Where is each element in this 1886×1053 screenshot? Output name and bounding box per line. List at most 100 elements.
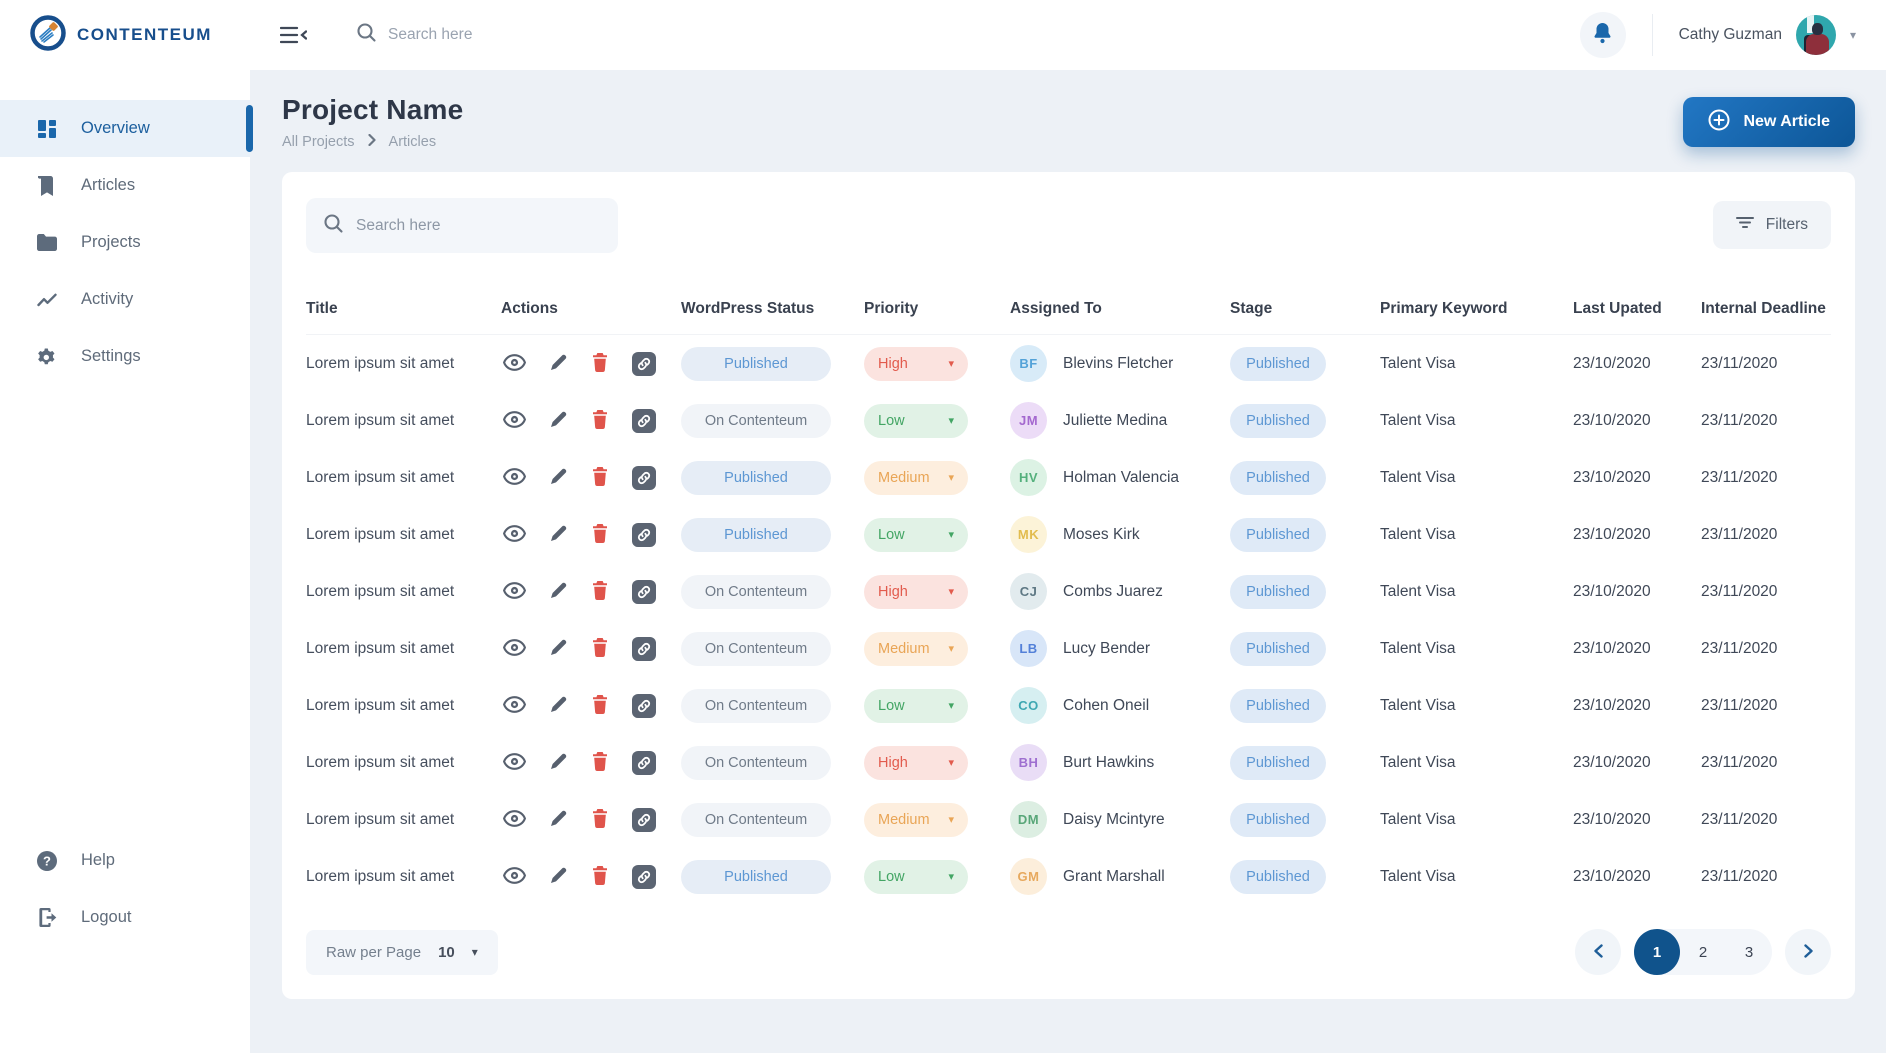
priority-select[interactable]: Low ▾ [864, 404, 968, 438]
view-button[interactable] [501, 637, 528, 661]
copy-link-button[interactable] [630, 350, 658, 378]
priority-select[interactable]: Medium ▾ [864, 461, 968, 495]
view-button[interactable] [501, 694, 528, 718]
edit-button[interactable] [548, 522, 570, 547]
page-button[interactable]: 1 [1634, 929, 1680, 975]
view-button[interactable] [501, 751, 528, 775]
priority-select[interactable]: High ▾ [864, 347, 968, 381]
filters-button[interactable]: Filters [1713, 201, 1831, 249]
view-button[interactable] [501, 808, 528, 832]
edit-button[interactable] [548, 408, 570, 433]
cell-last-updated: 23/10/2020 [1573, 526, 1701, 544]
new-article-button[interactable]: New Article [1683, 97, 1855, 147]
rows-per-page-select[interactable]: Raw per Page 10 ▾ [306, 930, 498, 975]
view-button[interactable] [501, 352, 528, 376]
copy-link-button[interactable] [630, 806, 658, 834]
edit-button[interactable] [548, 750, 570, 775]
next-page-button[interactable] [1785, 929, 1831, 975]
sidebar-item-overview[interactable]: Overview [0, 100, 250, 157]
edit-button[interactable] [548, 636, 570, 661]
priority-select[interactable]: Low ▾ [864, 518, 968, 552]
delete-button[interactable] [590, 750, 610, 776]
table-search-input[interactable] [356, 217, 586, 235]
assigned-name: Blevins Fletcher [1063, 355, 1173, 373]
wordpress-status-pill: On Contenteum [681, 746, 831, 780]
delete-button[interactable] [590, 465, 610, 491]
eye-icon [503, 696, 526, 716]
breadcrumb-current[interactable]: Articles [389, 134, 437, 150]
sidebar-item-settings[interactable]: Settings [0, 328, 250, 385]
view-button[interactable] [501, 466, 528, 490]
sidebar-item-activity[interactable]: Activity [0, 271, 250, 328]
cell-actions [501, 806, 681, 834]
page-button[interactable]: 2 [1680, 929, 1726, 975]
copy-link-button[interactable] [630, 464, 658, 492]
priority-label: High [878, 755, 908, 771]
cell-last-updated: 23/10/2020 [1573, 754, 1701, 772]
breadcrumb-parent[interactable]: All Projects [282, 134, 355, 150]
chevron-right-icon [1804, 944, 1813, 961]
delete-button[interactable] [590, 636, 610, 662]
avatar: BF [1010, 345, 1047, 382]
edit-button[interactable] [548, 864, 570, 889]
priority-select[interactable]: Medium ▾ [864, 803, 968, 837]
topbar-search-input[interactable] [388, 26, 688, 44]
topbar: Cathy Guzman ▾ [250, 0, 1886, 70]
assigned-name: Grant Marshall [1063, 868, 1165, 886]
copy-link-button[interactable] [630, 692, 658, 720]
brand-logo[interactable]: CONTENTEUM [0, 0, 250, 70]
articles-icon [36, 176, 58, 196]
delete-button[interactable] [590, 408, 610, 434]
view-button[interactable] [501, 580, 528, 604]
edit-button[interactable] [548, 465, 570, 490]
cell-stage: Published [1230, 746, 1380, 780]
cell-last-updated: 23/10/2020 [1573, 412, 1701, 430]
table-row: Lorem ipsum sit amet [306, 620, 1831, 677]
priority-label: Low [878, 869, 905, 885]
user-menu[interactable]: Cathy Guzman ▾ [1679, 15, 1856, 55]
delete-button[interactable] [590, 522, 610, 548]
avatar: BH [1010, 744, 1047, 781]
sidebar-collapse-icon[interactable] [280, 25, 307, 45]
view-button[interactable] [501, 523, 528, 547]
delete-button[interactable] [590, 807, 610, 833]
sidebar-item-articles[interactable]: Articles [0, 157, 250, 214]
svg-text:?: ? [43, 853, 51, 868]
copy-link-button[interactable] [630, 521, 658, 549]
edit-button[interactable] [548, 579, 570, 604]
sidebar-item-projects[interactable]: Projects [0, 214, 250, 271]
link-icon [632, 580, 656, 604]
column-header-assigned-to: Assigned To [1010, 300, 1230, 318]
delete-button[interactable] [590, 693, 610, 719]
delete-button[interactable] [590, 864, 610, 890]
copy-link-button[interactable] [630, 578, 658, 606]
edit-button[interactable] [548, 807, 570, 832]
cell-primary-keyword: Talent Visa [1380, 868, 1573, 886]
table-footer: Raw per Page 10 ▾ 123 [306, 929, 1831, 975]
link-icon [632, 409, 656, 433]
view-button[interactable] [501, 865, 528, 889]
priority-select[interactable]: High ▾ [864, 575, 968, 609]
notifications-button[interactable] [1580, 12, 1626, 58]
delete-button[interactable] [590, 351, 610, 377]
priority-select[interactable]: Medium ▾ [864, 632, 968, 666]
previous-page-button[interactable] [1575, 929, 1621, 975]
copy-link-button[interactable] [630, 749, 658, 777]
view-button[interactable] [501, 409, 528, 433]
sidebar-item-logout[interactable]: Logout [0, 889, 250, 946]
delete-button[interactable] [590, 579, 610, 605]
edit-button[interactable] [548, 693, 570, 718]
priority-select[interactable]: High ▾ [864, 746, 968, 780]
copy-link-button[interactable] [630, 635, 658, 663]
chevron-down-icon: ▾ [472, 945, 478, 959]
link-icon [632, 523, 656, 547]
eye-icon [503, 810, 526, 830]
priority-select[interactable]: Low ▾ [864, 689, 968, 723]
page-button[interactable]: 3 [1726, 929, 1772, 975]
copy-link-button[interactable] [630, 863, 658, 891]
copy-link-button[interactable] [630, 407, 658, 435]
edit-button[interactable] [548, 351, 570, 376]
priority-select[interactable]: Low ▾ [864, 860, 968, 894]
sidebar-item-help[interactable]: ? Help [0, 832, 250, 889]
trash-icon [592, 866, 608, 888]
